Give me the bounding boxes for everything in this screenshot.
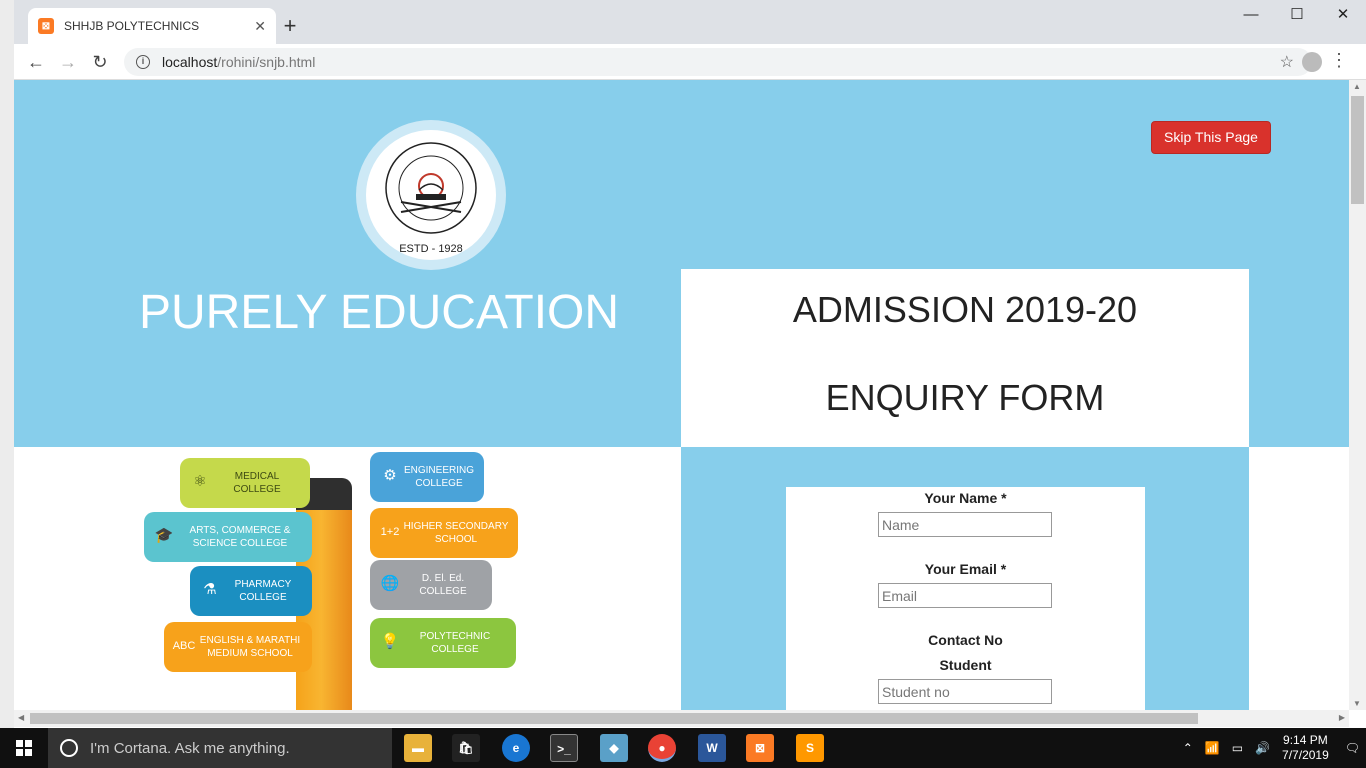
pill-polytechnic-college: 💡 POLYTECHNIC COLLEGE: [370, 618, 516, 668]
pill-arts-commerce-science: 🎓 ARTS, COMMERCE & SCIENCE COLLEGE: [144, 512, 312, 562]
flask-icon: ⚗: [203, 581, 217, 598]
student-number-field[interactable]: [878, 679, 1052, 704]
vertical-scroll-thumb[interactable]: [1351, 96, 1364, 204]
abc-icon: ABC: [172, 640, 196, 652]
browser-tab[interactable]: ⊠ SHHJB POLYTECHNICS ✕: [28, 8, 276, 44]
profile-avatar-icon[interactable]: [1302, 52, 1322, 72]
college-logo: ESTD - 1928: [356, 120, 506, 270]
bookmark-star-icon[interactable]: ☆: [1280, 52, 1294, 72]
pill-higher-secondary: 1+2 HIGHER SECONDARY SCHOOL: [370, 508, 518, 558]
system-tray: ⌃ 📶 ▭ 🔊 9:14 PM 7/7/2019 🗨: [1177, 728, 1366, 768]
reload-icon[interactable]: ↻: [88, 50, 112, 74]
forward-arrow-icon[interactable]: →: [56, 50, 80, 74]
globe-icon: 🌐: [380, 575, 400, 592]
tab-bar: ⊠ SHHJB POLYTECHNICS ✕ + — ☐ ✕: [14, 0, 1366, 44]
word-icon[interactable]: W: [698, 734, 726, 762]
browser-menu-icon[interactable]: ⋮: [1330, 50, 1348, 71]
cortana-placeholder: I'm Cortana. Ask me anything.: [90, 739, 290, 757]
gadget-icon[interactable]: ◆: [600, 734, 628, 762]
tab-close-icon[interactable]: ✕: [254, 18, 266, 35]
url-host: localhost: [162, 54, 218, 70]
pill-medical-college: ⚛ MEDICAL COLLEGE: [180, 458, 310, 508]
email-field[interactable]: [878, 583, 1052, 608]
admission-box: ADMISSION 2019-20 ENQUIRY FORM: [681, 269, 1249, 447]
url-path: /rohini/snjb.html: [217, 54, 316, 70]
name-field[interactable]: [878, 512, 1052, 537]
window-controls: — ☐ ✕: [1228, 0, 1366, 32]
student-label: Student: [939, 657, 992, 673]
terminal-icon[interactable]: >_: [550, 734, 578, 762]
horizontal-scroll-thumb[interactable]: [30, 713, 1198, 724]
scroll-right-icon[interactable]: ▶: [1339, 713, 1345, 722]
file-explorer-icon[interactable]: ▬: [404, 734, 432, 762]
cortana-icon: [60, 739, 78, 757]
chevron-up-icon[interactable]: ⌃: [1183, 741, 1193, 755]
xampp-favicon-icon: ⊠: [38, 18, 54, 34]
tagline: PURELY EDUCATION: [138, 286, 620, 339]
one-plus-two-icon: 1+2: [380, 526, 400, 538]
new-tab-button[interactable]: +: [276, 12, 304, 40]
windows-logo-icon: [16, 740, 32, 756]
cortana-search-box[interactable]: I'm Cortana. Ask me anything.: [48, 728, 392, 768]
close-window-button[interactable]: ✕: [1320, 0, 1366, 32]
volume-icon[interactable]: 🔊: [1255, 741, 1270, 755]
wifi-icon[interactable]: 📶: [1205, 741, 1220, 755]
screen: ⊠ SHHJB POLYTECHNICS ✕ + — ☐ ✕ ← → ↻ i l…: [0, 0, 1366, 768]
form-section: Your Name * Your Email * Contact No Stud…: [681, 447, 1249, 710]
notification-icon[interactable]: 🗨: [1345, 741, 1360, 755]
vertical-scrollbar[interactable]: ▲ ▼: [1349, 80, 1366, 710]
edge-browser-icon[interactable]: e: [502, 734, 530, 762]
emblem-icon: [385, 142, 477, 234]
name-label: Your Name *: [924, 490, 1007, 506]
scroll-up-icon[interactable]: ▲: [1353, 82, 1361, 91]
courses-illustration: ⚛ MEDICAL COLLEGE ⚙ ENGINEERING COLLEGE …: [124, 450, 524, 710]
pill-engineering-college: ⚙ ENGINEERING COLLEGE: [370, 452, 484, 502]
graduation-cap-icon: 🎓: [154, 527, 174, 544]
gear-icon: ⚙: [383, 467, 397, 484]
browser-chrome: ⊠ SHHJB POLYTECHNICS ✕ + — ☐ ✕ ← → ↻ i l…: [14, 0, 1366, 80]
scroll-down-icon[interactable]: ▼: [1353, 699, 1361, 708]
clock[interactable]: 9:14 PM 7/7/2019: [1282, 733, 1329, 763]
minimize-button[interactable]: —: [1228, 0, 1274, 32]
battery-icon[interactable]: ▭: [1232, 741, 1243, 755]
email-label: Your Email *: [924, 561, 1007, 577]
info-icon[interactable]: i: [136, 55, 150, 69]
bulb-icon: 💡: [380, 633, 400, 650]
skip-page-button[interactable]: Skip This Page: [1151, 121, 1271, 154]
contact-label: Contact No: [928, 632, 1003, 648]
chrome-icon[interactable]: ●: [648, 734, 676, 762]
back-arrow-icon[interactable]: ←: [24, 50, 48, 74]
admission-title: ADMISSION 2019-20: [792, 289, 1138, 330]
store-icon[interactable]: 🛍: [452, 734, 480, 762]
pill-pharmacy-college: ⚗ PHARMACY COLLEGE: [190, 566, 312, 616]
pill-english-marathi-school: ABC ENGLISH & MARATHI MEDIUM SCHOOL: [164, 622, 312, 672]
maximize-button[interactable]: ☐: [1274, 0, 1320, 32]
logo-estd-text: ESTD - 1928: [399, 243, 463, 255]
horizontal-scrollbar[interactable]: ◀ ▶: [14, 710, 1349, 727]
hero-section: ESTD - 1928 Skip This Page PURELY EDUCAT…: [14, 80, 1349, 447]
sublime-text-icon[interactable]: S: [796, 734, 824, 762]
clock-date: 7/7/2019: [1282, 748, 1329, 762]
desktop-edge: [0, 0, 14, 728]
address-bar[interactable]: i localhost /rohini/snjb.html ☆: [124, 48, 1312, 76]
scroll-left-icon[interactable]: ◀: [18, 713, 24, 722]
web-page: ESTD - 1928 Skip This Page PURELY EDUCAT…: [14, 80, 1349, 710]
atom-icon: ⚛: [193, 473, 207, 490]
xampp-icon[interactable]: ⊠: [746, 734, 774, 762]
enquiry-form: Your Name * Your Email * Contact No Stud…: [786, 487, 1145, 710]
clock-time: 9:14 PM: [1283, 733, 1328, 747]
start-button[interactable]: [0, 728, 48, 768]
tab-title: SHHJB POLYTECHNICS: [64, 19, 200, 33]
enquiry-title: ENQUIRY FORM: [825, 377, 1105, 418]
taskbar: I'm Cortana. Ask me anything. ▬ 🛍 e >_ ◆…: [0, 728, 1366, 768]
browser-toolbar: ← → ↻ i localhost /rohini/snjb.html ☆ ⋮: [14, 44, 1366, 80]
pill-deled-college: 🌐 D. El. Ed. COLLEGE: [370, 560, 492, 610]
